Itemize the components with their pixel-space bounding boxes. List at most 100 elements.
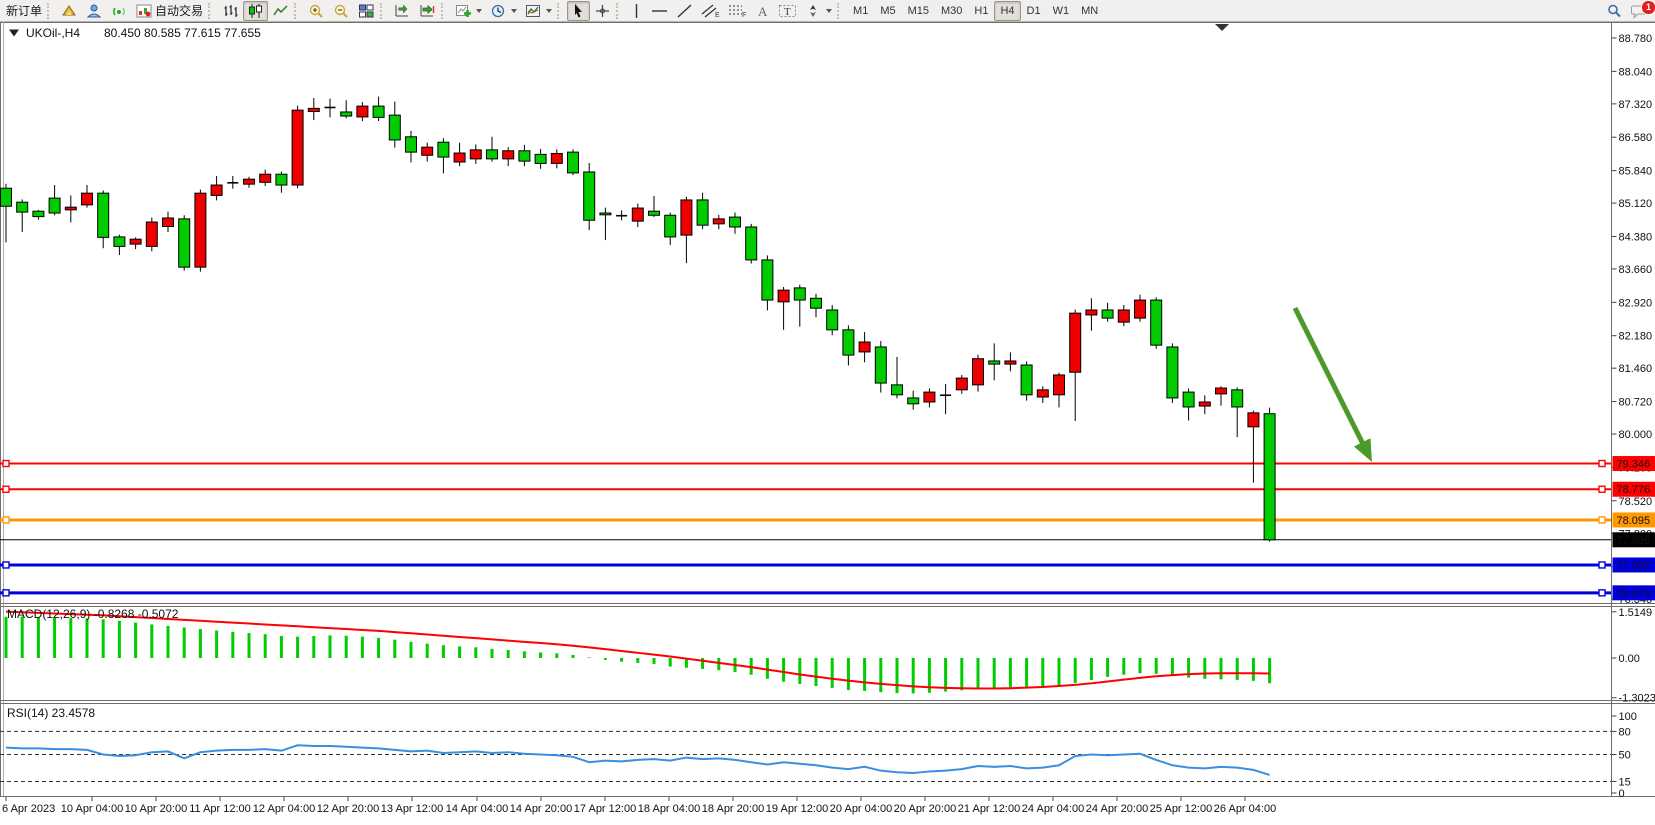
vertical-line-button[interactable] (626, 1, 647, 21)
candlestick (503, 151, 514, 159)
horizontal-line-button[interactable] (647, 1, 672, 21)
candlestick (1183, 392, 1194, 407)
crosshair-button[interactable] (590, 1, 615, 21)
zoom-in-icon (308, 3, 325, 19)
candlestick-chart-button[interactable] (243, 1, 268, 21)
candlestick (730, 217, 741, 227)
candlestick (308, 108, 319, 111)
time-label: 24 Apr 20:00 (1086, 803, 1148, 815)
toolbar-grip (294, 3, 303, 19)
candlestick (422, 147, 433, 155)
chat-button[interactable]: 1 (1627, 1, 1653, 21)
candlestick (746, 227, 757, 260)
new-order-button[interactable]: 新订单 (2, 1, 46, 21)
candlestick (195, 193, 206, 267)
templates-button[interactable] (521, 1, 556, 21)
cursor-icon (571, 3, 586, 19)
line-endpoint-marker[interactable] (3, 486, 9, 492)
expert-advisor-button[interactable] (82, 1, 107, 21)
bar-chart-button[interactable] (218, 1, 243, 21)
tile-windows-icon (358, 3, 375, 19)
timeframe-mn-button[interactable]: MN (1075, 1, 1104, 21)
chart-canvas[interactable]: 88.78088.04087.32086.58085.84085.12084.3… (0, 0, 1655, 825)
candlestick (973, 359, 984, 385)
line-endpoint-marker[interactable] (3, 562, 9, 568)
candlestick (1021, 365, 1032, 395)
svg-text:E: E (715, 12, 720, 19)
toolbar-grip (47, 3, 56, 19)
tile-windows-button[interactable] (354, 1, 379, 21)
timeframe-d1-button[interactable]: D1 (1021, 1, 1047, 21)
fibonacci-icon: F (728, 3, 747, 19)
zoom-out-button[interactable] (329, 1, 354, 21)
line-endpoint-marker[interactable] (3, 590, 9, 596)
candlestick (843, 330, 854, 355)
time-label: 21 Apr 12:00 (958, 803, 1020, 815)
candlestick (989, 361, 1000, 364)
candlestick (260, 174, 271, 182)
price-tick-label: 88.040 (1619, 66, 1653, 78)
candlestick (584, 172, 595, 220)
rsi-tick-label: 50 (1619, 750, 1631, 762)
timeframe-m5-button[interactable]: M5 (874, 1, 901, 21)
timeframe-m1-button[interactable]: M1 (847, 1, 874, 21)
signals-button[interactable] (107, 1, 132, 21)
chart-shift-button[interactable] (415, 1, 440, 21)
templates-icon (525, 3, 542, 19)
line-endpoint-marker[interactable] (3, 461, 9, 467)
line-endpoint-marker[interactable] (1599, 562, 1605, 568)
profile-icon (61, 3, 78, 19)
timeframe-m15-button[interactable]: M15 (902, 1, 935, 21)
profile-button[interactable] (57, 1, 82, 21)
candlestick (1232, 390, 1243, 407)
text-icon: A (755, 3, 770, 19)
trendline-button[interactable] (672, 1, 697, 21)
rsi-indicator-label: RSI(14) 23.4578 (7, 706, 95, 720)
price-tick-label: 88.780 (1619, 33, 1653, 45)
candlestick (406, 137, 417, 152)
line-endpoint-marker[interactable] (1599, 486, 1605, 492)
crosshair-icon (594, 3, 611, 19)
line-chart-button[interactable] (268, 1, 293, 21)
candlestick (924, 392, 935, 402)
fibonacci-button[interactable]: F (724, 1, 751, 21)
text-label-button[interactable]: T (774, 1, 801, 21)
candlestick (892, 385, 903, 395)
cursor-button[interactable] (567, 1, 590, 21)
bar-chart-icon (222, 3, 239, 19)
equidistant-channel-button[interactable]: E (697, 1, 724, 21)
timeframe-h4-button[interactable]: H4 (994, 1, 1020, 21)
chart-plot-area[interactable] (0, 22, 1611, 797)
candlestick (681, 200, 692, 235)
candlestick (82, 193, 93, 205)
auto-scroll-button[interactable] (390, 1, 415, 21)
text-button[interactable]: A (751, 1, 774, 21)
timeframe-w1-button[interactable]: W1 (1047, 1, 1076, 21)
indicators-add-button[interactable] (451, 1, 486, 21)
timeframe-m30-button[interactable]: M30 (935, 1, 968, 21)
time-label: 20 Apr 04:00 (830, 803, 892, 815)
line-endpoint-marker[interactable] (3, 517, 9, 523)
line-endpoint-marker[interactable] (1599, 517, 1605, 523)
candlestick (1005, 361, 1016, 364)
candlestick (811, 298, 822, 308)
price-badge-label: 77.097 (1617, 560, 1651, 572)
line-endpoint-marker[interactable] (1599, 461, 1605, 467)
candlestick (470, 150, 481, 159)
periods-button[interactable] (486, 1, 521, 21)
candlestick (357, 106, 368, 117)
candlestick (649, 211, 660, 215)
line-endpoint-marker[interactable] (1599, 590, 1605, 596)
arrows-button[interactable] (801, 1, 836, 21)
arrows-icon (805, 3, 822, 19)
chart-ohlc-values: 80.450 80.585 77.615 77.655 (104, 26, 261, 40)
timeframe-h1-button[interactable]: H1 (968, 1, 994, 21)
candlestick (665, 215, 676, 237)
price-tick-label: 78.520 (1619, 496, 1653, 508)
search-button[interactable] (1602, 1, 1627, 21)
zoom-in-button[interactable] (304, 1, 329, 21)
macd-tick-label: 0.00 (1619, 653, 1640, 665)
price-tick-label: 80.720 (1619, 397, 1653, 409)
auto-trading-button[interactable]: 自动交易 (132, 1, 207, 21)
toolbar-grip (380, 3, 389, 19)
